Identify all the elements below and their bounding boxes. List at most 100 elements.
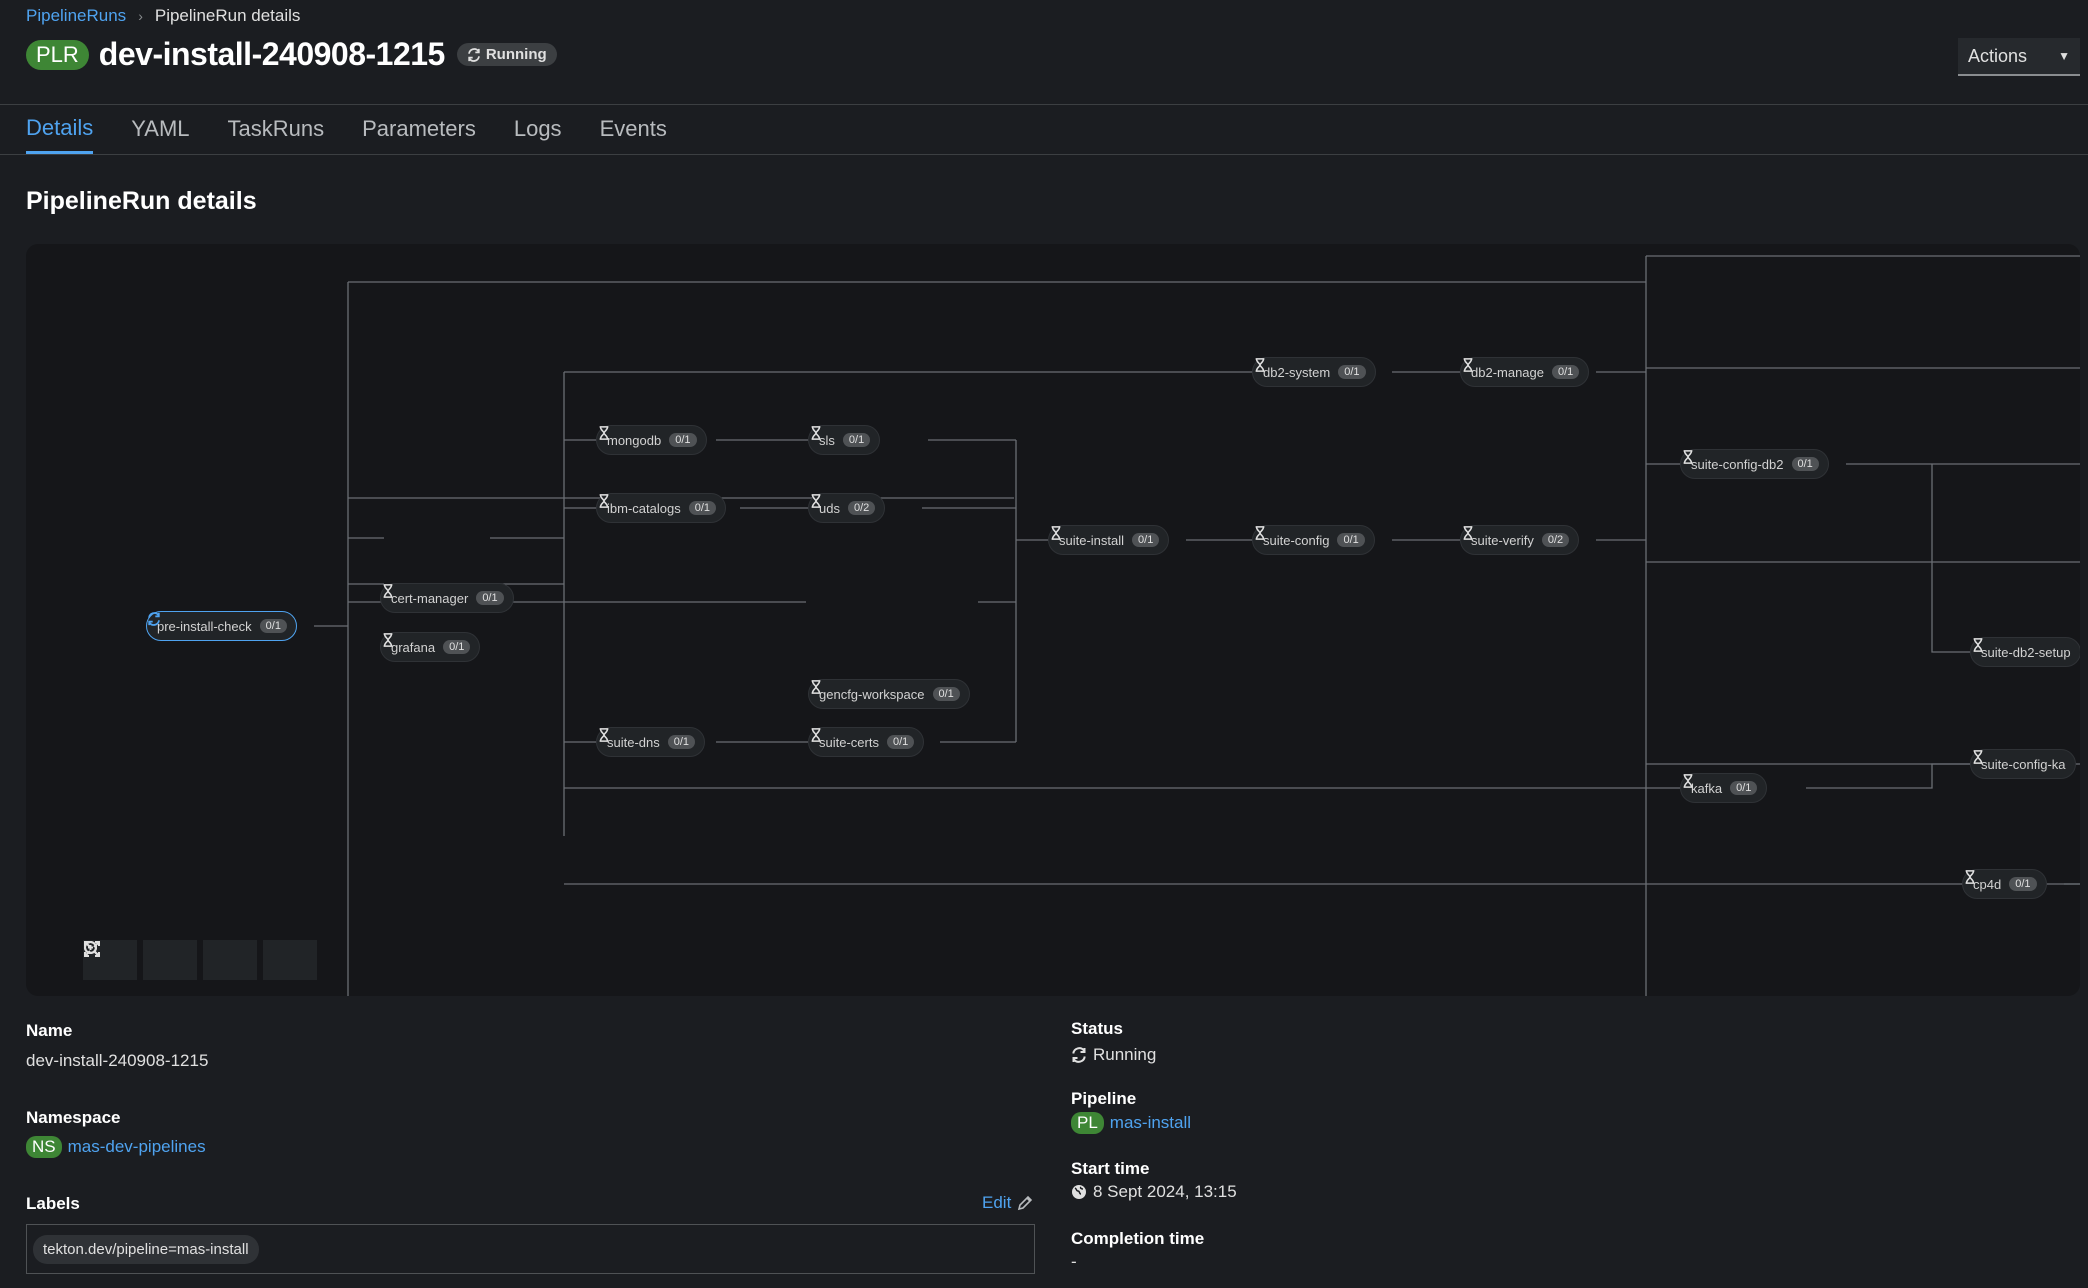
- node-count: 0/1: [842, 433, 871, 447]
- graph-edges: [314, 255, 2080, 996]
- node-count: 0/1: [1338, 365, 1366, 379]
- task-node-suite-config-kafka[interactable]: suite-config-ka: [1970, 749, 2076, 779]
- pipeline-graph[interactable]: pre-install-check 0/1 cert-manager 0/1 g…: [26, 244, 2080, 996]
- tab-events[interactable]: Events: [600, 104, 667, 154]
- task-node-pre-install-check[interactable]: pre-install-check 0/1: [146, 611, 297, 641]
- node-count: 0/2: [847, 501, 876, 515]
- namespace-label: Namespace: [26, 1108, 121, 1127]
- status-value-text: Running: [1093, 1045, 1157, 1064]
- hourglass-icon: [1973, 638, 1983, 652]
- task-node-suite-dns[interactable]: suite-dns 0/1: [596, 727, 706, 757]
- task-node-sls[interactable]: sls 0/1: [808, 425, 881, 455]
- edit-label: Edit: [982, 1193, 1012, 1212]
- task-node-db2-manage[interactable]: db2-manage 0/1: [1460, 357, 1590, 387]
- labels-box[interactable]: tekton.dev/pipeline=mas-install: [26, 1224, 1035, 1274]
- namespace-badge: NS: [26, 1136, 62, 1158]
- node-count: 0/1: [886, 735, 915, 749]
- caret-down-icon: ▼: [2058, 49, 2070, 63]
- completion-time-text: -: [1071, 1252, 1077, 1271]
- hourglass-icon: [1463, 526, 1473, 540]
- node-label: ibm-catalogs: [607, 500, 681, 516]
- node-count: 0/1: [2009, 877, 2037, 891]
- node-count: 0/1: [932, 687, 960, 701]
- task-node-suite-db2-setup[interactable]: suite-db2-setup: [1970, 637, 2080, 667]
- sync-icon: [148, 612, 160, 626]
- node-count: 0/1: [476, 591, 504, 605]
- node-label: suite-certs: [819, 734, 879, 750]
- task-node-suite-install[interactable]: suite-install 0/1: [1048, 525, 1170, 555]
- globe-icon: [1072, 1185, 1086, 1199]
- fit-to-screen-button[interactable]: [84, 940, 257, 980]
- task-node-cp4d[interactable]: cp4d 0/1: [1962, 869, 2047, 899]
- hourglass-icon: [1255, 358, 1265, 372]
- node-count: 0/1: [259, 619, 287, 633]
- namespace-link[interactable]: mas-dev-pipelines: [68, 1137, 206, 1157]
- tab-logs[interactable]: Logs: [514, 104, 562, 154]
- task-node-ibm-catalogs[interactable]: ibm-catalogs 0/1: [596, 493, 726, 523]
- page-header: PLR dev-install-240908-1215 Running: [26, 36, 557, 73]
- hourglass-icon: [383, 584, 393, 598]
- node-count: 0/1: [1730, 781, 1758, 795]
- breadcrumb-current: PipelineRun details: [154, 6, 301, 25]
- pencil-icon: [1018, 1195, 1033, 1211]
- task-node-gencfg-workspace[interactable]: gencfg-workspace 0/1: [808, 679, 970, 709]
- breadcrumb-pipelineruns-link[interactable]: PipelineRuns: [26, 6, 126, 26]
- name-label: Name: [26, 1021, 73, 1040]
- tab-taskruns[interactable]: TaskRuns: [228, 104, 325, 154]
- hourglass-icon: [599, 728, 609, 742]
- hourglass-icon: [1463, 358, 1473, 372]
- tab-parameters[interactable]: Parameters: [362, 104, 476, 154]
- task-node-kafka[interactable]: kafka 0/1: [1680, 773, 1768, 803]
- graph-controls: [83, 940, 317, 980]
- zoom-out-button[interactable]: [84, 940, 197, 980]
- status-badge: Running: [456, 43, 557, 66]
- pipeline-link[interactable]: mas-install: [1110, 1113, 1191, 1133]
- completion-time-label: Completion time: [1071, 1229, 1205, 1248]
- name-value: dev-install-240908-1215: [26, 1051, 208, 1071]
- node-label: grafana: [391, 639, 436, 655]
- tab-details[interactable]: Details: [26, 104, 94, 154]
- start-time-value: 8 Sept 2024, 13:15: [1071, 1182, 1237, 1202]
- hourglass-icon: [1683, 774, 1693, 788]
- hourglass-icon: [599, 494, 609, 508]
- pipeline-value: PL mas-install: [1071, 1112, 1191, 1134]
- expand-button[interactable]: [84, 940, 317, 980]
- tab-yaml[interactable]: YAML: [131, 104, 189, 154]
- node-label: pre-install-check: [157, 618, 252, 634]
- task-node-grafana[interactable]: grafana 0/1: [380, 632, 481, 662]
- hourglass-icon: [811, 426, 821, 440]
- node-label: suite-config-ka: [1981, 756, 2066, 772]
- status-label: Status: [1071, 1019, 1123, 1038]
- task-node-suite-config-db2[interactable]: suite-config-db2 0/1: [1680, 449, 1829, 479]
- tab-bar: Details YAML TaskRuns Parameters Logs Ev…: [26, 104, 667, 154]
- node-label: db2-manage: [1471, 364, 1544, 380]
- node-count: 0/1: [667, 735, 696, 749]
- node-label: mongodb: [607, 432, 662, 448]
- node-label: cert-manager: [391, 590, 469, 606]
- task-node-suite-verify[interactable]: suite-verify 0/2: [1460, 525, 1580, 555]
- actions-dropdown[interactable]: Actions ▼: [1958, 38, 2080, 76]
- breadcrumb: PipelineRuns › PipelineRun details: [26, 6, 300, 26]
- node-label: kafka: [1691, 780, 1723, 796]
- node-count: 0/1: [688, 501, 716, 515]
- start-time-label: Start time: [1071, 1159, 1150, 1178]
- task-node-mongodb[interactable]: mongodb 0/1: [596, 425, 707, 455]
- node-count: 0/1: [1791, 457, 1819, 471]
- start-time-text: 8 Sept 2024, 13:15: [1093, 1182, 1237, 1201]
- node-label: suite-db2-setup: [1981, 644, 2071, 660]
- task-node-uds[interactable]: uds 0/2: [808, 493, 886, 523]
- task-node-cert-manager[interactable]: cert-manager 0/1: [380, 583, 514, 613]
- node-count: 0/1: [1132, 533, 1160, 547]
- task-node-suite-certs[interactable]: suite-certs 0/1: [808, 727, 925, 757]
- hourglass-icon: [1965, 870, 1975, 884]
- task-node-suite-config[interactable]: suite-config 0/1: [1252, 525, 1375, 555]
- node-count: 0/1: [1552, 365, 1580, 379]
- node-label: suite-install: [1059, 532, 1125, 548]
- node-count: 0/2: [1541, 533, 1570, 547]
- status-value: Running: [1071, 1045, 1156, 1065]
- task-node-db2-system[interactable]: db2-system 0/1: [1252, 357, 1376, 387]
- sync-icon: [1072, 1047, 1086, 1063]
- edit-labels-button[interactable]: Edit: [982, 1193, 1033, 1213]
- chevron-right-icon: ›: [138, 8, 143, 24]
- completion-time-value: -: [1071, 1252, 1077, 1272]
